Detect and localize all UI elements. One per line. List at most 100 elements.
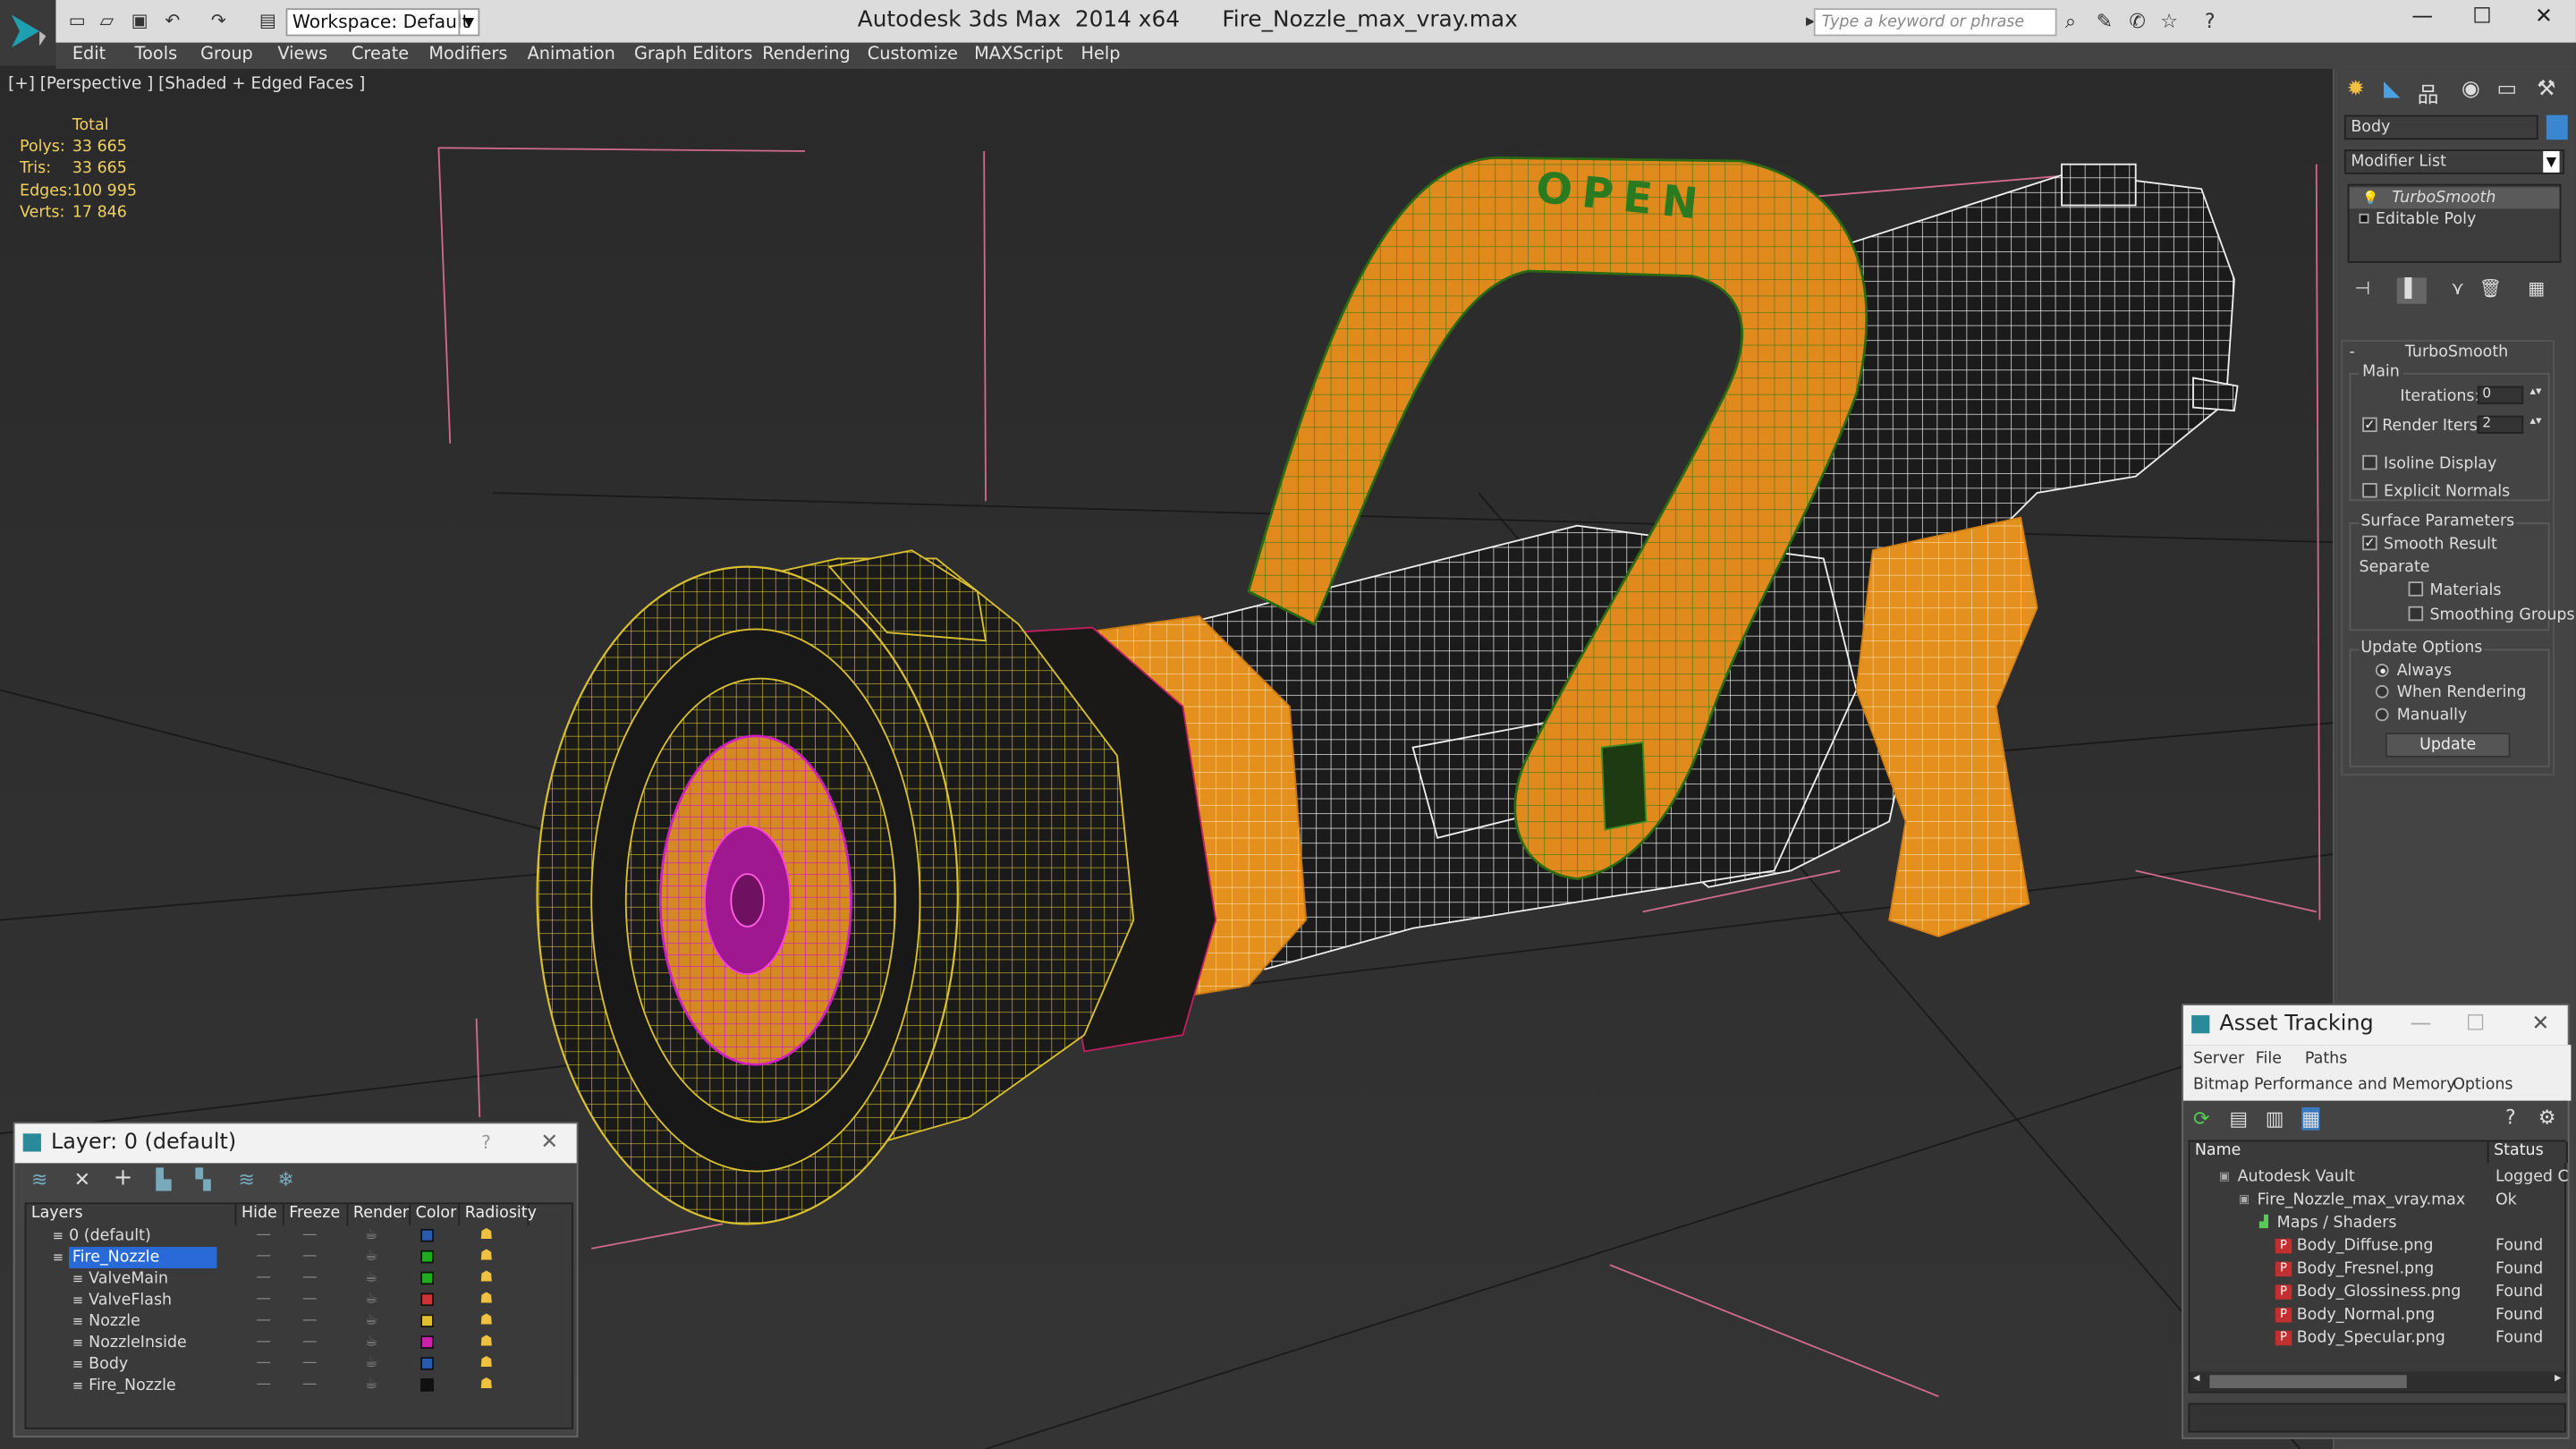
materials-checkbox[interactable] (2408, 581, 2424, 597)
list-view-icon[interactable]: ▤ (2229, 1107, 2248, 1131)
settings-icon[interactable]: ⚙ (2538, 1106, 2556, 1129)
create-tab-icon[interactable]: ✹ (2341, 77, 2370, 103)
refresh-icon[interactable]: ⟳ (2193, 1107, 2209, 1131)
freeze-toggle[interactable]: — (302, 1333, 318, 1354)
layer-row[interactable]: ValveMain ≡ — — ☕ ☗ (26, 1268, 572, 1290)
pin-stack-icon[interactable]: ⊣ (2348, 277, 2377, 303)
rollout-title[interactable]: TurboSmooth (2405, 343, 2508, 361)
freeze-unfreeze-all-icon[interactable]: ❄ (277, 1168, 293, 1191)
hide-toggle[interactable]: — (257, 1353, 272, 1375)
new-file-icon[interactable]: ▭ (65, 10, 89, 33)
help-icon[interactable]: ? (2205, 10, 2216, 33)
radiosity-teapot-icon[interactable]: ☗ (479, 1268, 493, 1290)
table-view-icon[interactable]: ▥ (2266, 1107, 2284, 1131)
expand-icon[interactable] (2359, 213, 2369, 224)
object-color-swatch[interactable] (2546, 114, 2568, 140)
radiosity-teapot-icon[interactable]: ☗ (479, 1353, 493, 1375)
isoline-display-checkbox[interactable] (2362, 454, 2377, 470)
col-hide[interactable]: Hide (236, 1204, 284, 1226)
layer-row[interactable]: NozzleInside ≡ — — ☕ ☗ (26, 1333, 572, 1354)
render-toggle[interactable]: ☕ (365, 1225, 378, 1247)
minimize-icon[interactable]: — (2411, 5, 2433, 30)
layer-color-swatch[interactable] (420, 1250, 434, 1264)
col-layers[interactable]: Layers (26, 1204, 237, 1226)
menu-edit[interactable]: Edit (72, 45, 106, 64)
radiosity-teapot-icon[interactable]: ☗ (479, 1290, 493, 1311)
close-icon[interactable]: ✕ (540, 1123, 558, 1163)
save-file-icon[interactable]: ▣ (128, 10, 151, 33)
layer-color-swatch[interactable] (420, 1314, 434, 1328)
hide-toggle[interactable]: — (257, 1225, 272, 1247)
stack-item-editable-poly[interactable]: Editable Poly (2349, 208, 2559, 230)
layer-color-swatch[interactable] (420, 1228, 434, 1242)
freeze-toggle[interactable]: — (302, 1375, 318, 1396)
binoculars-icon[interactable]: ⌕ (2065, 10, 2076, 35)
menu-customize[interactable]: Customize (868, 45, 958, 64)
layer-color-swatch[interactable] (420, 1357, 434, 1370)
show-end-result-icon[interactable]: ▌ (2396, 277, 2427, 304)
remove-modifier-icon[interactable]: 🗑 (2476, 277, 2505, 303)
menu-group[interactable]: Group (200, 45, 253, 64)
iterations-spinner[interactable]: 0 (2477, 386, 2524, 404)
col-radiosity[interactable]: Radiosity (460, 1204, 537, 1226)
app-logo[interactable] (0, 0, 56, 66)
asset-row[interactable]: P Body_Fresnel.png Found (2190, 1258, 2564, 1280)
scroll-left-icon[interactable]: ◂ (2193, 1370, 2199, 1385)
minimize-icon[interactable]: — (2410, 1005, 2431, 1045)
manually-radio[interactable] (2375, 708, 2389, 722)
layer-color-swatch[interactable] (420, 1335, 434, 1349)
render-toggle[interactable]: ☕ (365, 1247, 378, 1268)
viewport-label[interactable]: [+] [Perspective ] [Shaded + Edged Faces… (8, 75, 365, 93)
asset-row[interactable]: ▣ Fire_Nozzle_max_vray.max Ok (2190, 1190, 2564, 1211)
freeze-toggle[interactable]: — (302, 1225, 318, 1247)
col-freeze[interactable]: Freeze (284, 1204, 349, 1226)
radiosity-teapot-icon[interactable]: ☗ (479, 1225, 493, 1247)
col-status[interactable]: Status (2488, 1141, 2568, 1164)
layer-row[interactable]: Fire_Nozzle ≡ — — ☕ ☗ (26, 1375, 572, 1396)
freeze-toggle[interactable]: — (302, 1268, 318, 1290)
menu-rendering[interactable]: Rendering (762, 45, 850, 64)
menu-help[interactable]: Help (1081, 45, 1121, 64)
communication-icon[interactable]: ✆ (2129, 10, 2145, 33)
menu-options[interactable]: Options (2453, 1076, 2512, 1094)
hierarchy-tab-icon[interactable]: 品 (2413, 77, 2443, 109)
close-icon[interactable]: ✕ (2535, 5, 2553, 30)
menu-bitmap-performance[interactable]: Bitmap Performance and Memory (2193, 1076, 2455, 1094)
help-icon[interactable]: ? (2505, 1106, 2516, 1129)
col-color[interactable]: Color (411, 1204, 461, 1226)
render-toggle[interactable]: ☕ (365, 1375, 378, 1396)
modifier-list-dropdown[interactable]: Modifier List ▼ (2343, 149, 2565, 174)
layer-color-swatch[interactable] (420, 1292, 434, 1307)
grid-view-icon[interactable]: ▦ (2301, 1106, 2321, 1131)
radiosity-teapot-icon[interactable]: ☗ (479, 1333, 493, 1354)
render-toggle[interactable]: ☕ (365, 1333, 378, 1354)
highlight-selected-icon[interactable]: ▚ (196, 1168, 211, 1191)
scroll-right-icon[interactable]: ▸ (2555, 1370, 2561, 1385)
update-button[interactable]: Update (2385, 733, 2511, 758)
modify-tab-icon[interactable]: ◣ (2377, 77, 2407, 103)
menu-modifiers[interactable]: Modifiers (428, 45, 507, 64)
layer-row[interactable]: Body ≡ — — ☕ ☗ (26, 1353, 572, 1375)
freeze-toggle[interactable]: — (302, 1247, 318, 1268)
menu-create[interactable]: Create (352, 45, 409, 64)
layer-row[interactable]: ValveFlash ≡ — — ☕ ☗ (26, 1290, 572, 1311)
hide-toggle[interactable]: — (257, 1268, 272, 1290)
select-objects-icon[interactable]: ▙ (156, 1168, 171, 1191)
undo-icon[interactable]: ↶ (161, 10, 184, 33)
tools-icon[interactable]: ✎ (2097, 10, 2113, 33)
menu-animation[interactable]: Animation (528, 45, 615, 64)
menu-server[interactable]: Server (2193, 1050, 2244, 1068)
smoothing-groups-checkbox[interactable] (2408, 606, 2424, 622)
create-layer-icon[interactable]: ≋ (31, 1168, 47, 1191)
layer-row[interactable]: Fire_Nozzle ≡ — — ☕ ☗ (26, 1247, 572, 1268)
render-toggle[interactable]: ☕ (365, 1268, 378, 1290)
hide-toggle[interactable]: — (257, 1375, 272, 1396)
horizontal-scrollbar[interactable]: ◂ ▸ (2190, 1370, 2565, 1392)
add-to-layer-icon[interactable]: + (114, 1165, 133, 1191)
spinner-arrows-icon[interactable]: ▴▾ (2530, 414, 2542, 428)
asset-row[interactable]: ▟ Maps / Shaders (2190, 1212, 2564, 1233)
search-input[interactable]: Type a keyword or phrase (1813, 8, 2057, 37)
motion-tab-icon[interactable]: ◉ (2456, 77, 2486, 103)
freeze-toggle[interactable]: — (302, 1311, 318, 1333)
menu-maxscript[interactable]: MAXScript (974, 45, 1063, 64)
